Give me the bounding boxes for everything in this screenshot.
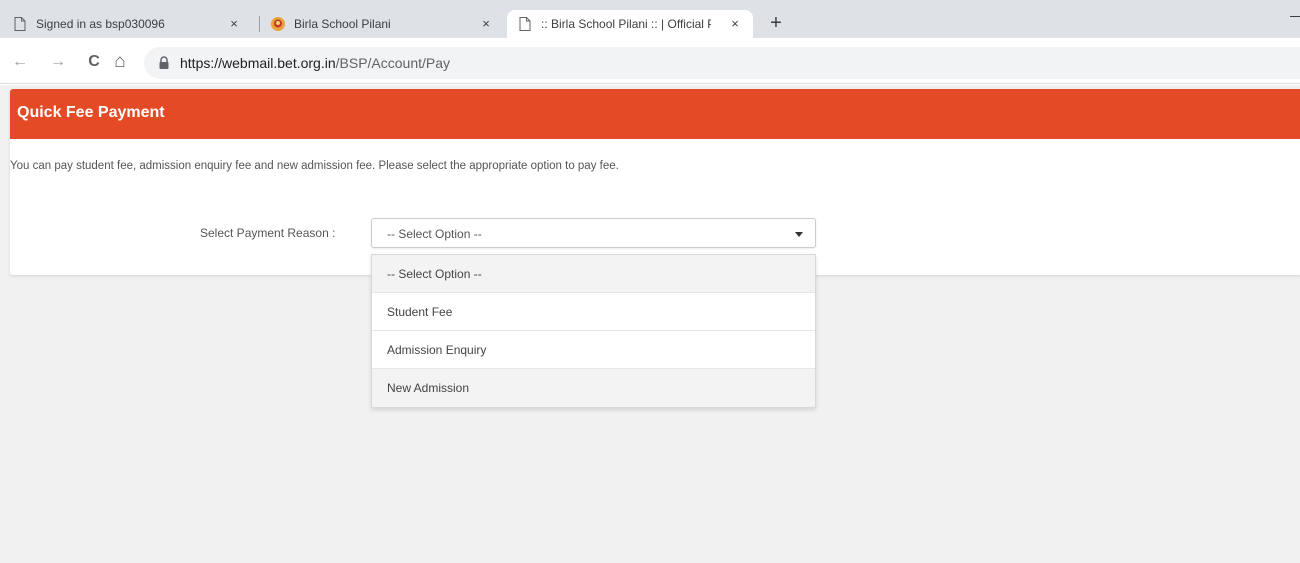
- tab-title: Signed in as bsp030096: [36, 17, 165, 31]
- page-icon: [12, 16, 28, 32]
- url-host: https://webmail.bet.org.in: [180, 55, 336, 71]
- payment-reason-select[interactable]: -- Select Option --: [371, 218, 816, 248]
- reload-icon[interactable]: C: [84, 52, 104, 72]
- url-path: /BSP/Account/Pay: [335, 55, 451, 71]
- option-student-fee[interactable]: Student Fee: [372, 293, 815, 331]
- tab-strip: Signed in as bsp030096 × Birla School Pi…: [0, 0, 1300, 38]
- url-text: https://webmail.bet.org.in/BSP/Account/P…: [180, 55, 450, 71]
- page-icon: [517, 16, 533, 32]
- tab-birla-school[interactable]: Birla School Pilani ×: [270, 10, 504, 38]
- caret-down-icon: [795, 232, 803, 237]
- selected-value: -- Select Option --: [387, 227, 482, 241]
- address-bar[interactable]: https://webmail.bet.org.in/BSP/Account/P…: [144, 47, 1300, 79]
- payment-reason-options: -- Select Option -- Student Fee Admissio…: [371, 254, 816, 408]
- forward-icon[interactable]: →: [48, 52, 68, 72]
- minimize-button[interactable]: [1290, 16, 1300, 17]
- tab-official-portal[interactable]: :: Birla School Pilani :: | Official Po …: [507, 10, 753, 38]
- tab-separator: [259, 16, 260, 32]
- page-description: You can pay student fee, admission enqui…: [10, 160, 619, 172]
- card-header: Quick Fee Payment: [10, 89, 1300, 139]
- fee-payment-card: Quick Fee Payment You can pay student fe…: [10, 89, 1300, 275]
- tab-signed-in[interactable]: Signed in as bsp030096 ×: [12, 10, 252, 38]
- lock-icon[interactable]: [158, 56, 170, 70]
- back-icon[interactable]: ←: [10, 52, 30, 72]
- option-new-admission[interactable]: New Admission: [372, 369, 815, 407]
- option-admission-enquiry[interactable]: Admission Enquiry: [372, 331, 815, 369]
- birla-logo-icon: [270, 16, 286, 32]
- payment-reason-label: Select Payment Reason :: [200, 226, 336, 240]
- option-select-placeholder[interactable]: -- Select Option --: [372, 255, 815, 293]
- close-icon[interactable]: ×: [727, 16, 743, 32]
- tab-title: Birla School Pilani: [294, 17, 391, 31]
- tab-title: :: Birla School Pilani :: | Official Po: [541, 17, 711, 31]
- close-icon[interactable]: ×: [478, 16, 494, 32]
- browser-toolbar: ← → C ⌂ https://webmail.bet.org.in/BSP/A…: [0, 38, 1300, 84]
- home-icon[interactable]: ⌂: [110, 52, 130, 72]
- plus-icon[interactable]: +: [764, 12, 788, 36]
- page-title: Quick Fee Payment: [17, 104, 165, 121]
- close-icon[interactable]: ×: [226, 16, 242, 32]
